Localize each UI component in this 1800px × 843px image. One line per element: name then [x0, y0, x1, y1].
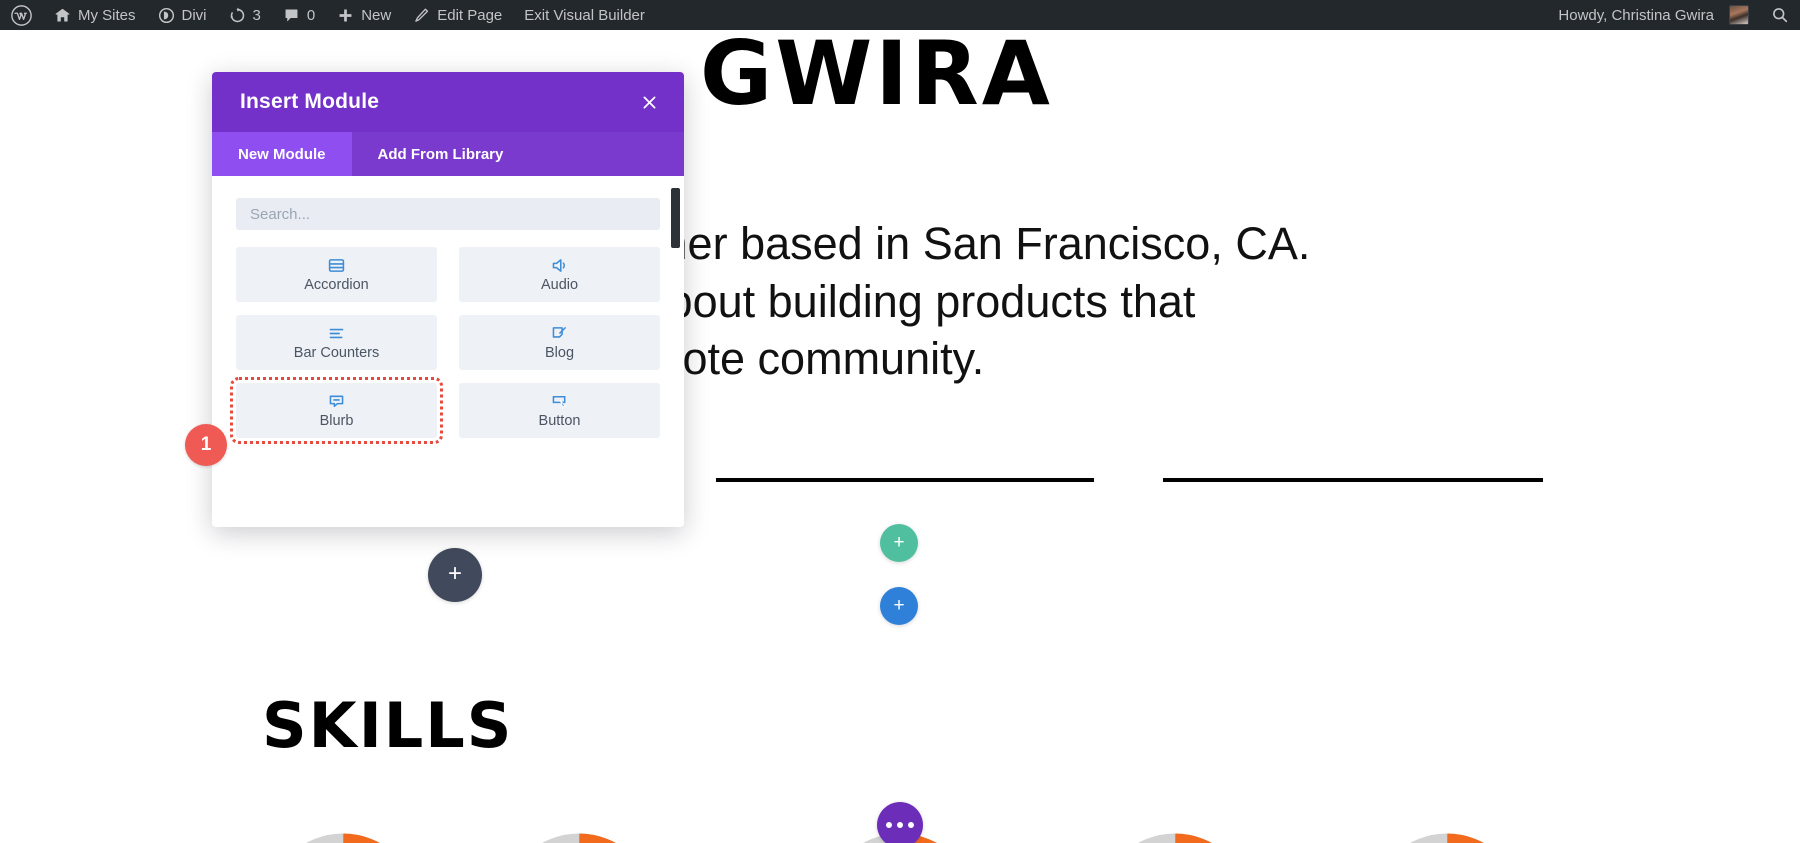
- module-label-audio: Audio: [540, 277, 579, 294]
- modal-title: Insert Module: [240, 90, 380, 113]
- avatar: [1729, 5, 1749, 25]
- tab-new-module[interactable]: New Module: [212, 132, 352, 176]
- module-label-bar-counters: Bar Counters: [293, 345, 380, 362]
- step-marker-1: 1: [185, 424, 227, 466]
- updates-icon: [229, 7, 246, 24]
- add-module-button[interactable]: +: [428, 548, 482, 602]
- modal-header: Insert Module: [212, 72, 684, 132]
- skill-ring-1: [258, 825, 428, 843]
- step-marker-1-label: 1: [200, 434, 212, 455]
- modal-body: Accordion Audio Bar Counters Blog: [212, 176, 684, 527]
- tab-add-from-library-label: Add From Library: [377, 145, 504, 163]
- admin-bar-item-new[interactable]: New: [326, 0, 402, 30]
- admin-bar-item-updates[interactable]: 3: [218, 0, 272, 30]
- dot-1-icon: [886, 822, 892, 828]
- skill-ring-2: [494, 825, 664, 843]
- divider-left: [716, 478, 1094, 482]
- blog-icon: [550, 324, 569, 343]
- module-label-blurb: Blurb: [319, 413, 354, 430]
- insert-module-modal: Insert Module New Module Add From Librar…: [212, 72, 684, 527]
- module-item-button[interactable]: Button: [459, 383, 660, 438]
- admin-bar-item-howdy[interactable]: Howdy, Christina Gwira: [1547, 0, 1760, 30]
- button-icon: [550, 392, 569, 411]
- admin-bar-label-exit-visual-builder: Exit Visual Builder: [524, 6, 645, 24]
- sites-icon: [54, 7, 71, 24]
- module-item-accordion[interactable]: Accordion: [236, 247, 437, 302]
- admin-bar-search-button[interactable]: [1760, 0, 1800, 30]
- skill-ring-5: [1362, 825, 1532, 843]
- admin-bar-item-exit-visual-builder[interactable]: Exit Visual Builder: [513, 0, 656, 30]
- bar-counters-icon: [327, 324, 346, 343]
- add-row-button[interactable]: +: [880, 524, 918, 562]
- admin-bar-label-updates-count: 3: [252, 6, 261, 24]
- howdy-label: Howdy, Christina Gwira: [1558, 6, 1714, 24]
- admin-bar-right-group: Howdy, Christina Gwira: [1547, 0, 1800, 30]
- section-settings-button[interactable]: [877, 802, 923, 843]
- divider-right: [1163, 478, 1543, 482]
- dot-2-icon: [897, 822, 903, 828]
- module-item-blog[interactable]: Blog: [459, 315, 660, 370]
- comments-icon: [283, 7, 300, 24]
- wp-logo-button[interactable]: [0, 0, 43, 30]
- blurb-icon: [327, 392, 346, 411]
- modal-scrollbar[interactable]: [671, 188, 680, 248]
- wordpress-logo-icon: [11, 4, 32, 26]
- add-module-button-label: +: [447, 560, 462, 587]
- close-icon[interactable]: [636, 89, 662, 115]
- skills-heading: SKILLS: [262, 689, 514, 762]
- admin-bar-label-edit-page: Edit Page: [437, 6, 503, 24]
- add-section-button[interactable]: +: [880, 587, 918, 625]
- search-input[interactable]: [236, 198, 660, 230]
- add-row-button-label: +: [893, 531, 905, 553]
- page-title: GWIRA: [700, 30, 1053, 125]
- modal-tabs: New Module Add From Library: [212, 132, 684, 176]
- admin-bar-item-edit-page[interactable]: Edit Page: [402, 0, 513, 30]
- module-grid: Accordion Audio Bar Counters Blog Blurb …: [230, 247, 660, 444]
- divi-icon: [158, 7, 175, 24]
- tab-add-from-library[interactable]: Add From Library: [352, 132, 530, 176]
- module-label-blog: Blog: [544, 345, 575, 362]
- search-icon: [1771, 6, 1789, 24]
- wp-admin-bar: My Sites Divi 3 0 New Edit Page Exit Vis…: [0, 0, 1800, 30]
- hero-paragraph: …signer based in San Francisco, CA. …e ab…: [560, 218, 1311, 385]
- admin-bar-item-comments[interactable]: 0: [272, 0, 326, 30]
- module-label-accordion: Accordion: [304, 277, 369, 294]
- module-item-audio[interactable]: Audio: [459, 247, 660, 302]
- dot-3-icon: [908, 822, 914, 828]
- admin-bar-item-divi[interactable]: Divi: [147, 0, 218, 30]
- audio-icon: [550, 256, 569, 275]
- module-item-blurb[interactable]: Blurb: [230, 377, 443, 444]
- pencil-icon: [413, 7, 430, 24]
- module-label-button: Button: [538, 413, 581, 430]
- plus-icon: [337, 7, 354, 24]
- admin-bar-label-my-sites: My Sites: [78, 6, 136, 24]
- skill-ring-4: [1090, 825, 1260, 843]
- add-section-button-label: +: [893, 594, 905, 616]
- tab-new-module-label: New Module: [238, 145, 326, 163]
- admin-bar-label-comments-count: 0: [306, 6, 316, 24]
- accordion-icon: [327, 256, 346, 275]
- admin-bar-label-new: New: [361, 6, 392, 24]
- module-item-bar-counters[interactable]: Bar Counters: [236, 315, 437, 370]
- admin-bar-label-divi: Divi: [181, 6, 207, 24]
- admin-bar-item-my-sites[interactable]: My Sites: [43, 0, 147, 30]
